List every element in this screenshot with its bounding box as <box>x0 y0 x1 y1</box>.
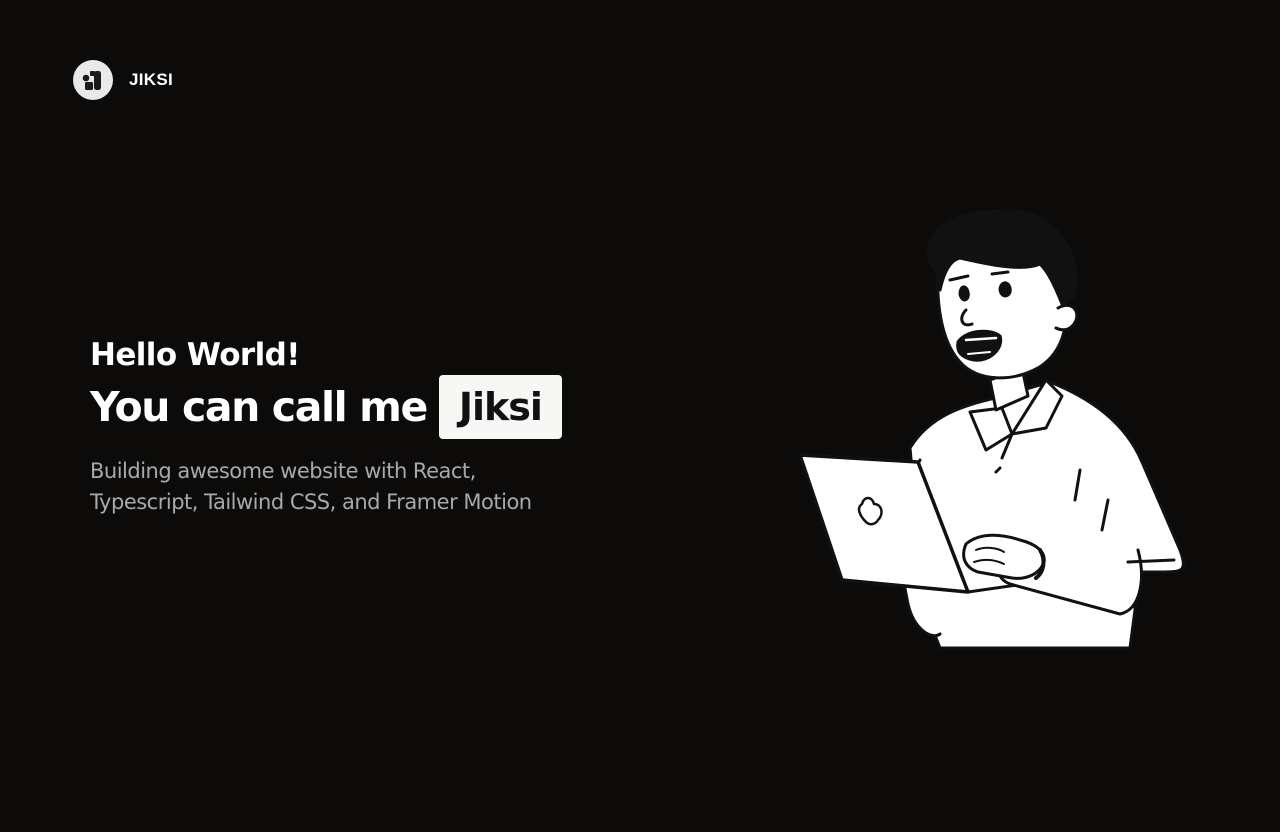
subtitle-line-2: Typescript, Tailwind CSS, and Framer Mot… <box>90 490 532 514</box>
name-highlight-badge: Jiksi <box>438 375 562 439</box>
greeting-heading: Hello World! <box>90 337 300 373</box>
home-link[interactable]: JIKSI <box>73 60 173 100</box>
brand-name: JIKSI <box>129 70 174 89</box>
page: JIKSI Hello World! You can call me Jiksi… <box>0 0 1280 832</box>
hero-section: Hello World! You can call me Jiksi Build… <box>90 336 710 518</box>
person-with-laptop-illustration <box>790 200 1200 660</box>
hero-subtitle: Building awesome website with React, Typ… <box>90 456 630 518</box>
subtitle-line-1: Building awesome website with React, <box>90 459 476 483</box>
headline-prefix: You can call me <box>90 383 428 431</box>
jiksi-logo-icon <box>73 60 113 100</box>
hero-headline: You can call me Jiksi <box>90 374 710 440</box>
